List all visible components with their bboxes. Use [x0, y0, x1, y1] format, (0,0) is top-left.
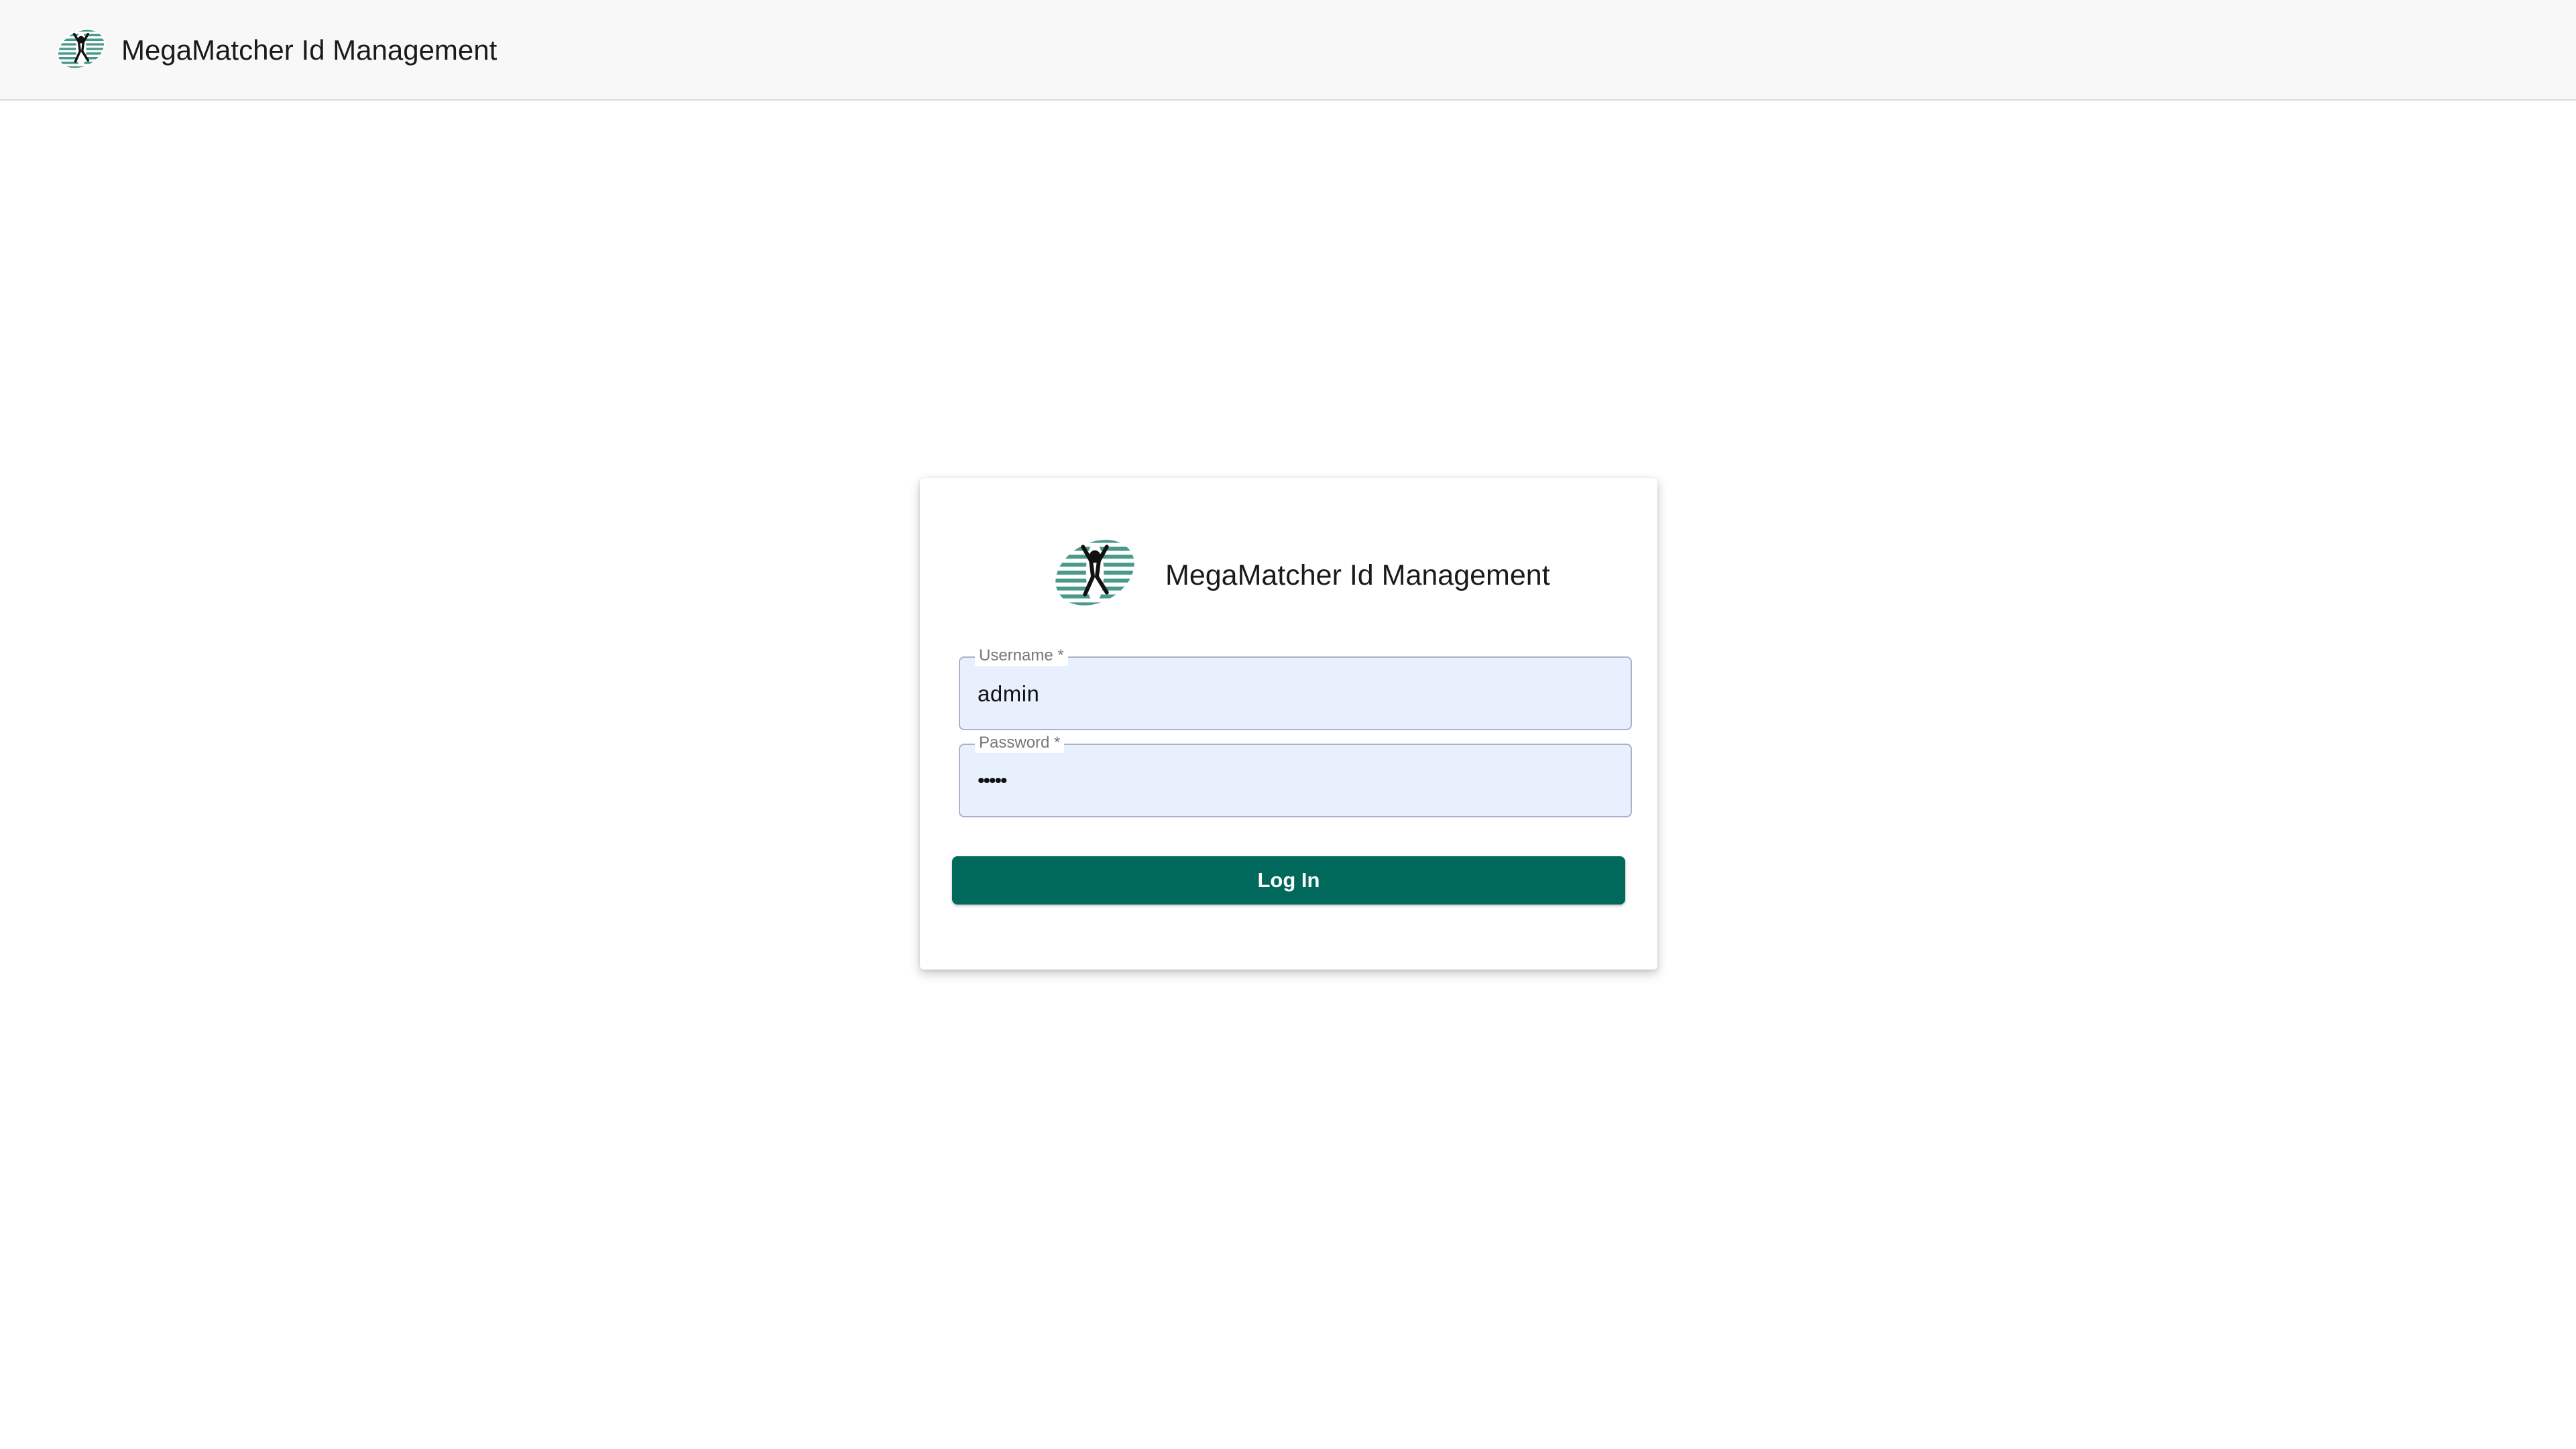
password-field[interactable]: Password * ••••• [959, 733, 1632, 817]
app-header: MegaMatcher Id Management [0, 0, 2576, 101]
megamatcher-logo-icon [1045, 523, 1145, 622]
app-title: MegaMatcher Id Management [121, 34, 497, 66]
login-button[interactable]: Log In [952, 856, 1625, 905]
password-label: Password * [975, 733, 1065, 753]
username-label: Username * [975, 646, 1068, 666]
username-field[interactable]: Username * admin [959, 646, 1632, 730]
megamatcher-logo-icon [51, 20, 111, 78]
login-title: MegaMatcher Id Management [1165, 559, 1550, 591]
login-card: MegaMatcher Id Management Username * adm… [920, 478, 1657, 970]
password-input[interactable]: ••••• [978, 766, 1007, 796]
username-input[interactable]: admin [978, 679, 1039, 709]
